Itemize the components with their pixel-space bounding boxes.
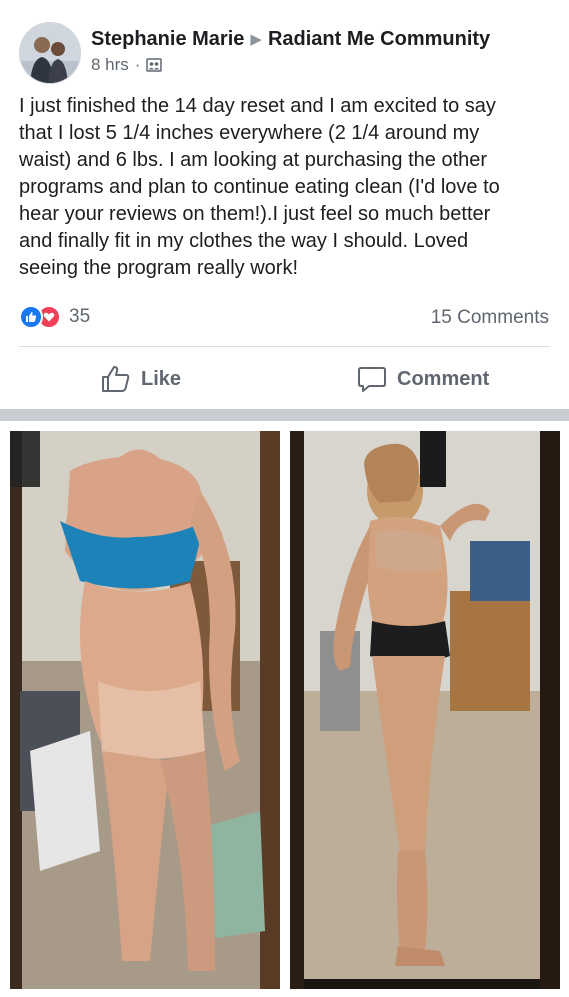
photo-grid: [0, 421, 569, 997]
top-border: [0, 0, 569, 6]
reaction-count: 35: [69, 306, 91, 327]
comment-bubble-icon: [358, 367, 386, 392]
post-text-line: hear your reviews on them!).I just feel …: [19, 203, 491, 225]
post-text-line: programs and plan to continue eating cle…: [19, 176, 500, 198]
post-time[interactable]: 8 hrs: [91, 55, 129, 75]
post-author-line: Stephanie Marie ▶ Radiant Me Community: [91, 28, 490, 51]
action-divider: [19, 346, 550, 347]
avatar[interactable]: [19, 22, 81, 84]
reactions-summary[interactable]: 35: [19, 305, 90, 329]
thumbs-up-icon: [102, 366, 130, 392]
like-button[interactable]: Like: [101, 364, 181, 394]
post-text-line: I just finished the 14 day reset and I a…: [19, 95, 496, 117]
author-name[interactable]: Stephanie Marie: [91, 28, 244, 50]
group-members-icon: [146, 57, 163, 73]
post-text: I just finished the 14 day reset and I a…: [19, 93, 554, 282]
comment-button[interactable]: Comment: [357, 364, 489, 394]
before-photo[interactable]: [10, 431, 280, 989]
group-name[interactable]: Radiant Me Community: [268, 28, 490, 50]
like-label: Like: [141, 367, 182, 390]
meta-separator: ·: [134, 55, 141, 74]
post-text-line: that I lost 5 1/4 inches everywhere (2 1…: [19, 122, 480, 144]
photo-separator: [0, 409, 569, 421]
post-meta: 8 hrs ·: [91, 55, 163, 75]
comment-label: Comment: [397, 367, 490, 390]
post-text-line: and finally fit in my clothes the way I …: [19, 230, 469, 252]
share-arrow-icon: ▶: [250, 31, 262, 48]
post-text-line: waist) and 6 lbs. I am looking at purcha…: [19, 149, 488, 171]
like-reaction-icon: [19, 305, 43, 329]
after-photo[interactable]: [290, 431, 560, 989]
comments-count[interactable]: 15 Comments: [431, 307, 549, 329]
post-text-line: seeing the program really work!: [19, 257, 299, 279]
